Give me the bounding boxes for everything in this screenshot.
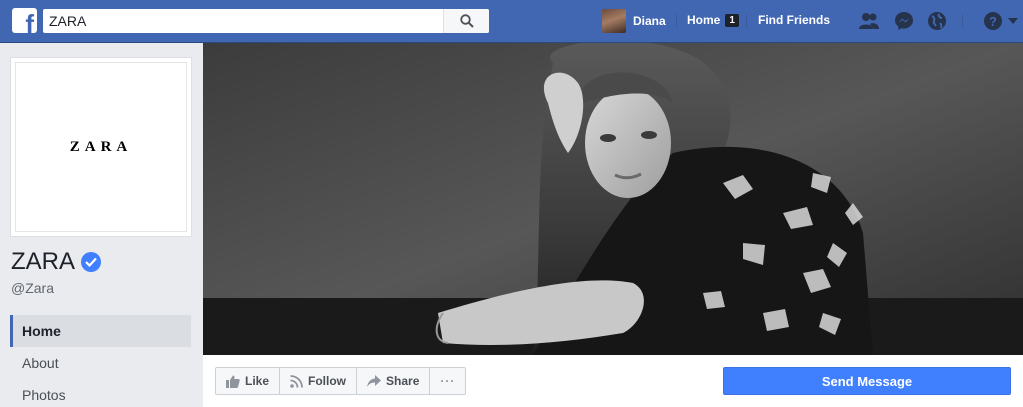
- sidebar-item-about[interactable]: About: [10, 347, 191, 379]
- nav-find-friends-link[interactable]: Find Friends: [758, 13, 830, 27]
- page-handle[interactable]: @Zara: [11, 280, 54, 296]
- follow-label: Follow: [308, 374, 347, 388]
- share-arrow-icon: [367, 375, 382, 387]
- more-options-button[interactable]: ···: [430, 368, 465, 394]
- nav-divider: [962, 14, 963, 28]
- page-name-text: ZARA: [11, 248, 76, 275]
- friend-requests-icon[interactable]: [858, 10, 880, 32]
- search-box: [43, 9, 489, 33]
- verified-badge-icon: [81, 252, 102, 272]
- nav-divider: [746, 14, 747, 28]
- thumbs-up-icon: [226, 375, 240, 388]
- nav-user-name: Diana: [633, 14, 666, 28]
- follow-button[interactable]: Follow: [280, 368, 358, 394]
- rss-icon: [290, 374, 303, 388]
- brand-logo: ZARA: [69, 138, 133, 155]
- search-input[interactable]: [43, 9, 443, 33]
- nav-home-link[interactable]: Home 1: [687, 13, 739, 27]
- caret-down-icon[interactable]: [1006, 10, 1020, 32]
- sidebar-item-home[interactable]: Home: [10, 315, 191, 347]
- profile-picture-frame: ZARA: [15, 62, 187, 232]
- page-action-buttons: Like Follow Share ···: [215, 367, 467, 395]
- sidebar-item-photos[interactable]: Photos: [10, 379, 191, 407]
- page-action-bar: Like Follow Share ··· Send Message: [203, 355, 1023, 407]
- page-title: ZARA: [11, 248, 102, 276]
- facebook-logo-icon[interactable]: f: [12, 8, 37, 37]
- globe-icon[interactable]: [926, 10, 948, 32]
- search-icon: [459, 14, 474, 28]
- search-button[interactable]: [443, 9, 489, 33]
- top-navigation-bar: f Diana Home 1 Find Friends: [0, 0, 1023, 43]
- like-label: Like: [245, 374, 270, 388]
- nav-profile-link[interactable]: Diana: [602, 9, 666, 33]
- nav-home-label: Home: [687, 13, 721, 27]
- avatar: [602, 9, 626, 33]
- like-button[interactable]: Like: [216, 368, 281, 394]
- page-nav: Home About Photos: [10, 315, 191, 407]
- profile-picture[interactable]: ZARA: [10, 57, 192, 237]
- send-message-button[interactable]: Send Message: [723, 367, 1011, 395]
- share-button[interactable]: Share: [357, 368, 431, 394]
- home-count-badge: 1: [725, 13, 739, 27]
- svg-text:?: ?: [989, 14, 997, 29]
- share-label: Share: [386, 374, 420, 388]
- page-sidebar: ZARA ZARA @Zara Home About Photos: [0, 43, 203, 407]
- help-icon[interactable]: ?: [982, 10, 1004, 32]
- cover-photo-image: [203, 43, 1023, 355]
- cover-photo[interactable]: [203, 43, 1023, 355]
- messenger-icon[interactable]: [893, 10, 915, 32]
- nav-divider: [676, 14, 677, 28]
- more-icon: ···: [440, 374, 456, 388]
